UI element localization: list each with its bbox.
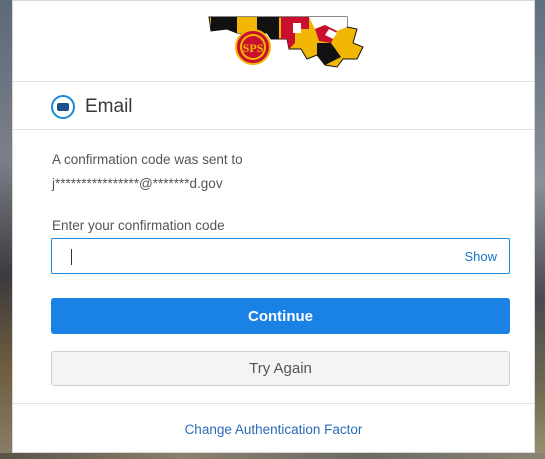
background-right-edge	[535, 0, 545, 459]
footer-divider	[13, 403, 534, 404]
masked-email: j****************@*******d.gov	[52, 176, 223, 191]
factor-divider	[13, 129, 534, 130]
background-left-edge	[0, 0, 12, 459]
try-again-button[interactable]: Try Again	[51, 351, 510, 386]
text-caret	[71, 249, 72, 265]
continue-button[interactable]: Continue	[51, 298, 510, 334]
logo-area: SPS	[13, 1, 534, 79]
auth-card: SPS Email A confirmation code was sent t…	[12, 0, 535, 453]
confirmation-code-input[interactable]	[60, 245, 430, 269]
change-authentication-factor-link[interactable]: Change Authentication Factor	[13, 422, 534, 437]
logo-badge-text: SPS	[243, 41, 264, 55]
confirmation-text: A confirmation code was sent to	[52, 152, 243, 167]
show-code-toggle[interactable]: Show	[464, 249, 497, 264]
envelope-icon	[51, 95, 75, 119]
background-bottom-edge	[0, 453, 545, 459]
maryland-logo: SPS	[208, 16, 364, 68]
factor-title: Email	[85, 96, 133, 117]
code-field-label: Enter your confirmation code	[52, 218, 225, 233]
header-divider	[13, 81, 534, 82]
code-input-wrapper: Show	[51, 238, 510, 274]
factor-header: Email	[13, 83, 534, 127]
